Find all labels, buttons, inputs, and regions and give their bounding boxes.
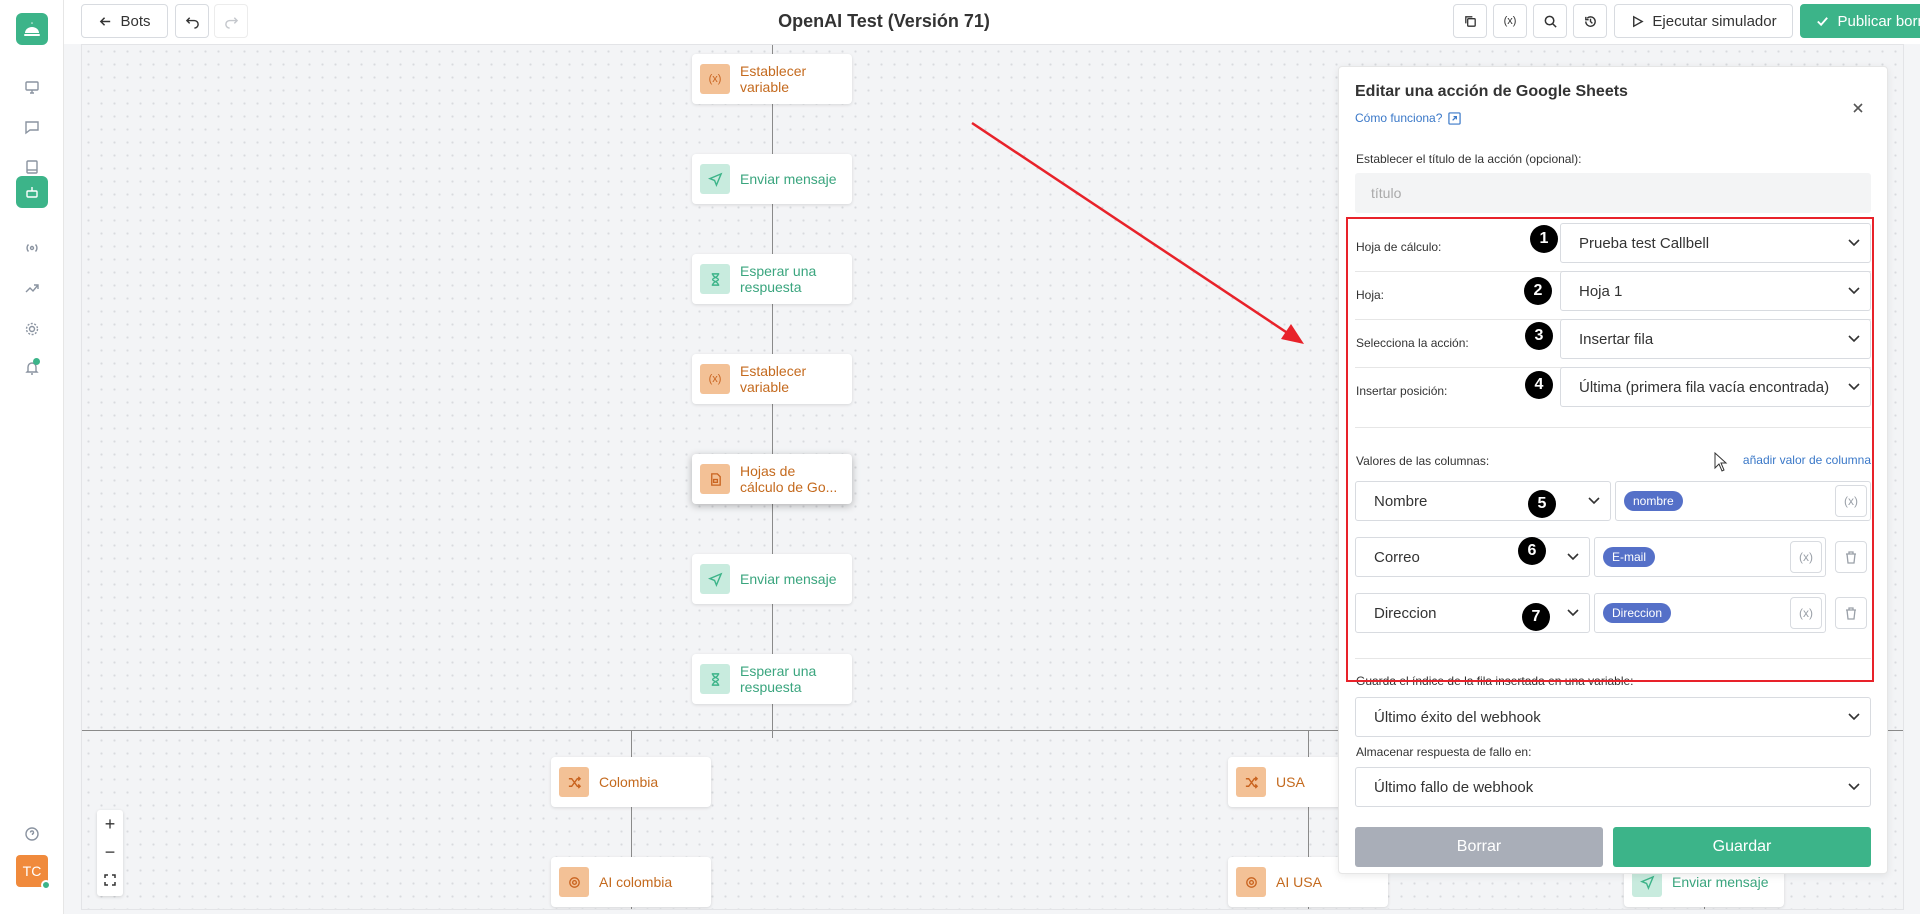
sheet-value: Hoja 1 [1579,282,1623,300]
spreadsheet-select[interactable]: Prueba test Callbell [1560,223,1871,263]
chevron-down-icon [1588,497,1600,505]
action-title-label: Establecer el título de la acción (opcio… [1356,152,1582,166]
insert-position-label: Insertar posición: [1356,384,1448,398]
how-it-works-link[interactable]: Cómo funciona? [1355,111,1462,125]
annotation-marker: 7 [1522,603,1550,631]
chevron-down-icon [1848,239,1860,247]
chevron-down-icon [1848,783,1860,791]
column-select-direccion[interactable]: Direccion [1355,593,1590,633]
chevron-down-icon [1567,553,1579,561]
divider [1355,658,1871,659]
chevron-down-icon [1848,335,1860,343]
insert-variable-button[interactable]: (x) [1835,485,1867,517]
action-title-input[interactable] [1355,173,1871,213]
spreadsheet-value: Prueba test Callbell [1579,234,1710,252]
delete-column-button[interactable] [1835,541,1867,573]
success-variable-select[interactable]: Último éxito del webhook [1355,697,1871,737]
how-it-works-label: Cómo funciona? [1355,111,1443,125]
insert-variable-button[interactable]: (x) [1790,541,1822,573]
annotation-marker: 5 [1528,490,1556,518]
annotation-marker: 4 [1525,371,1553,399]
sheet-select[interactable]: Hoja 1 [1560,271,1871,311]
insert-position-value: Última (primera fila vacía encontrada) [1579,378,1830,396]
insert-variable-button[interactable]: (x) [1790,597,1822,629]
variable-icon: (x) [1844,494,1858,508]
failure-response-label: Almacenar respuesta de fallo en: [1356,745,1532,759]
trash-icon [1846,551,1856,564]
column-name: Correo [1374,548,1420,566]
chevron-down-icon [1567,609,1579,617]
add-column-value-link[interactable]: añadir valor de columna [1743,453,1871,467]
variable-icon: (x) [1799,550,1813,564]
sheet-label: Hoja: [1356,288,1385,302]
column-name: Nombre [1374,492,1428,510]
action-value: Insertar fila [1579,330,1654,348]
mouse-cursor-icon [1714,452,1728,472]
failure-variable-value: Último fallo de webhook [1374,778,1534,796]
chevron-down-icon [1848,713,1860,721]
column-select-correo[interactable]: Correo [1355,537,1590,577]
annotation-marker: 2 [1524,277,1552,305]
failure-variable-select[interactable]: Último fallo de webhook [1355,767,1871,807]
column-name: Direccion [1374,604,1437,622]
variable-pill: Direccion [1603,603,1672,623]
annotation-marker: 1 [1530,225,1558,253]
variable-icon: (x) [1799,606,1813,620]
trash-icon [1846,607,1856,620]
variable-pill: nombre [1624,491,1683,511]
save-button[interactable]: Guardar [1613,827,1871,867]
insert-position-select[interactable]: Última (primera fila vacía encontrada) [1560,367,1871,407]
success-variable-value: Último éxito del webhook [1374,708,1541,726]
spreadsheet-label: Hoja de cálculo: [1356,240,1442,254]
annotation-marker: 6 [1518,537,1546,565]
delete-button[interactable]: Borrar [1355,827,1603,867]
chevron-down-icon [1848,383,1860,391]
column-value-nombre[interactable]: nombre [1615,481,1871,521]
google-sheets-action-panel: Editar una acción de Google Sheets Cómo … [1338,66,1888,874]
divider [1355,427,1871,428]
external-link-icon [1448,111,1462,125]
save-index-label: Guarda el índice de la fila insertada en… [1356,674,1634,688]
action-label: Selecciona la acción: [1356,336,1469,350]
variable-pill: E-mail [1603,547,1656,567]
panel-title: Editar una acción de Google Sheets [1355,83,1628,100]
action-select[interactable]: Insertar fila [1560,319,1871,359]
column-select-nombre[interactable]: Nombre [1355,481,1611,521]
chevron-down-icon [1848,287,1860,295]
column-values-label: Valores de las columnas: [1356,454,1490,468]
annotation-marker: 3 [1525,322,1553,350]
close-icon[interactable] [1851,101,1865,115]
delete-column-button[interactable] [1835,597,1867,629]
